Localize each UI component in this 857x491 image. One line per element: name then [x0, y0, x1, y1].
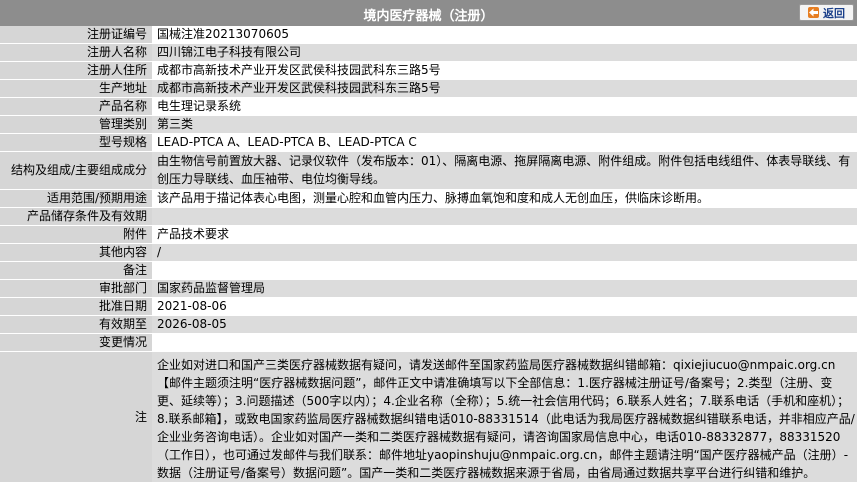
table-row: 审批部门 国家药品监督管理局	[0, 279, 857, 298]
table-row: 生产地址 成都市高新技术产业开发区武侯科技园武科东三路5号	[0, 79, 857, 98]
field-label: 有效期至	[0, 315, 152, 334]
table-row: 产品储存条件及有效期	[0, 207, 857, 226]
table-row: 结构及组成/主要组成成分 由生物信号前置放大器、记录仪软件（发布版本：01）、隔…	[0, 151, 857, 190]
note-label: 注	[0, 351, 152, 483]
field-label: 批准日期	[0, 297, 152, 316]
field-label: 变更情况	[0, 333, 152, 352]
field-label: 注册证编号	[0, 26, 152, 44]
table-row: 其他内容 /	[0, 243, 857, 262]
field-label: 适用范围/预期用途	[0, 189, 152, 208]
attachment: 产品技术要求	[152, 225, 857, 244]
field-label: 管理类别	[0, 115, 152, 134]
storage-conditions	[152, 207, 857, 226]
other-content: /	[152, 243, 857, 262]
change-history	[152, 333, 857, 352]
structure-composition: 由生物信号前置放大器、记录仪软件（发布版本：01）、隔离电源、拖屏隔离电源、附件…	[152, 151, 857, 190]
table-row: 有效期至 2026-08-05	[0, 315, 857, 334]
table-row: 注 企业如对进口和国产三类医疗器械数据有疑问，请发送邮件至国家药监局医疗器械数据…	[0, 351, 857, 483]
registrant-name: 四川锦江电子科技有限公司	[152, 43, 857, 62]
table-row: 注册人名称 四川锦江电子科技有限公司	[0, 43, 857, 62]
model-specification: LEAD-PTCA A、LEAD-PTCA B、LEAD-PTCA C	[152, 133, 857, 152]
intended-use: 该产品用于描记体表心电图，测量心腔和血管内压力、脉搏血氧饱和度和成人无创血压，供…	[152, 189, 857, 208]
field-label: 备注	[0, 261, 152, 280]
note-content: 企业如对进口和国产三类医疗器械数据有疑问，请发送邮件至国家药监局医疗器械数据纠错…	[157, 358, 855, 480]
field-label: 注册人住所	[0, 61, 152, 80]
table-row: 附件 产品技术要求	[0, 225, 857, 244]
registration-detail-table: 注册证编号 国械注准20213070605 注册人名称 四川锦江电子科技有限公司…	[0, 26, 857, 483]
note-text: 企业如对进口和国产三类医疗器械数据有疑问，请发送邮件至国家药监局医疗器械数据纠错…	[152, 351, 857, 483]
back-arrow-icon	[808, 7, 819, 18]
valid-until: 2026-08-05	[152, 315, 857, 334]
field-label: 审批部门	[0, 279, 152, 298]
field-label: 生产地址	[0, 79, 152, 98]
field-label: 附件	[0, 225, 152, 244]
table-row: 变更情况	[0, 333, 857, 352]
back-button[interactable]: 返回	[799, 4, 854, 21]
table-row: 注册证编号 国械注准20213070605	[0, 26, 857, 44]
back-button-label: 返回	[823, 6, 845, 20]
field-label: 产品储存条件及有效期	[0, 207, 152, 226]
approval-department: 国家药品监督管理局	[152, 279, 857, 298]
approval-date: 2021-08-06	[152, 297, 857, 316]
table-row: 备注	[0, 261, 857, 280]
product-name: 电生理记录系统	[152, 97, 857, 116]
table-row: 适用范围/预期用途 该产品用于描记体表心电图，测量心腔和血管内压力、脉搏血氧饱和…	[0, 189, 857, 208]
table-row: 型号规格 LEAD-PTCA A、LEAD-PTCA B、LEAD-PTCA C	[0, 133, 857, 152]
field-label: 注册人名称	[0, 43, 152, 62]
registrant-address: 成都市高新技术产业开发区武侯科技园武科东三路5号	[152, 61, 857, 80]
field-label: 产品名称	[0, 97, 152, 116]
production-address: 成都市高新技术产业开发区武侯科技园武科东三路5号	[152, 79, 857, 98]
page-header: 境内医疗器械（注册） 返回	[0, 0, 857, 27]
remarks	[152, 261, 857, 280]
table-row: 管理类别 第三类	[0, 115, 857, 134]
field-label: 型号规格	[0, 133, 152, 152]
table-row: 产品名称 电生理记录系统	[0, 97, 857, 116]
table-row: 注册人住所 成都市高新技术产业开发区武侯科技园武科东三路5号	[0, 61, 857, 80]
registration-number: 国械注准20213070605	[152, 26, 857, 44]
field-label: 其他内容	[0, 243, 152, 262]
field-label: 结构及组成/主要组成成分	[0, 151, 152, 190]
table-row: 批准日期 2021-08-06	[0, 297, 857, 316]
management-category: 第三类	[152, 115, 857, 134]
page-title: 境内医疗器械（注册）	[363, 9, 494, 24]
